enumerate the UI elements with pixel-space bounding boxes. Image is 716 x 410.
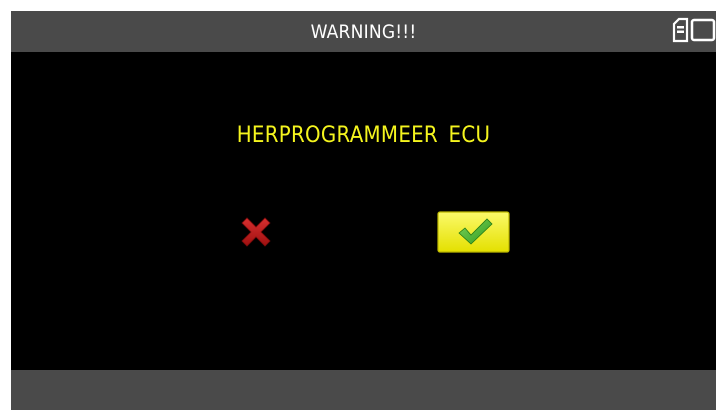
bottom-bar [11, 370, 716, 410]
dialog-message: HERPROGRAMMEER ECU [236, 123, 491, 148]
confirm-button[interactable] [437, 211, 510, 253]
battery-icon [690, 18, 716, 42]
status-icons [646, 11, 716, 52]
title-bar: WARNING!!! [11, 11, 716, 52]
cross-icon [241, 217, 271, 247]
cancel-button[interactable] [236, 214, 276, 254]
page-title: WARNING!!! [310, 21, 417, 43]
device-screen: WARNING!!! HERPROGRAMMEER ECU [11, 11, 716, 410]
sd-card-icon [672, 17, 689, 43]
